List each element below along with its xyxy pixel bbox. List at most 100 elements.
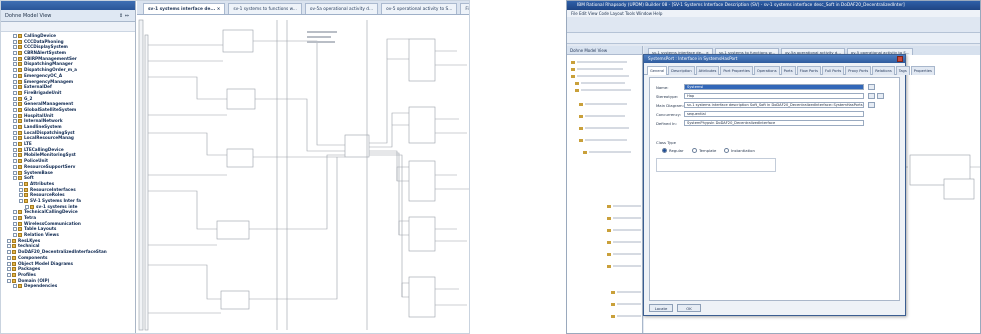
expand-toggle-icon[interactable]	[7, 278, 11, 283]
dialog-tab[interactable]: Proxy Ports	[845, 66, 872, 75]
main-toolbar[interactable]	[567, 17, 980, 33]
expand-toggle-icon[interactable]	[13, 170, 17, 175]
expand-toggle-icon[interactable]	[13, 142, 17, 147]
dialog-tab[interactable]: Description	[668, 66, 695, 75]
expand-toggle-icon[interactable]	[13, 113, 17, 118]
editor-tab[interactable]: sv-1 systems to functions w...	[228, 3, 302, 14]
expand-toggle-icon[interactable]	[13, 147, 17, 152]
radio-regular-dot[interactable]	[662, 148, 667, 153]
expand-toggle-icon[interactable]	[13, 56, 17, 61]
expand-toggle-icon[interactable]	[7, 244, 11, 249]
expand-toggle-icon[interactable]	[13, 102, 17, 107]
dialog-tab[interactable]: Attributes	[695, 66, 720, 75]
expand-toggle-icon[interactable]	[13, 221, 17, 226]
expand-toggle-icon[interactable]	[13, 125, 17, 129]
editor-tab[interactable]: sv-1 systems interface de... ×	[143, 3, 226, 14]
expand-toggle-icon[interactable]	[25, 204, 29, 209]
locate-button[interactable]: Locate	[649, 304, 673, 312]
tree-item-label: FireBrigadeUnit	[24, 89, 62, 95]
expand-toggle-icon[interactable]	[13, 73, 17, 78]
expand-toggle-icon[interactable]	[13, 39, 17, 44]
stereotype-field[interactable]: Hap	[684, 93, 864, 99]
expand-toggle-icon[interactable]	[13, 284, 17, 289]
tree-item-label: technical	[18, 243, 40, 249]
expand-toggle-icon[interactable]	[13, 85, 17, 90]
dialog-tab[interactable]: Properties	[910, 66, 935, 75]
dialog-tab[interactable]: Ports	[780, 66, 796, 75]
sv1-diagram-canvas[interactable]	[137, 15, 469, 333]
dialog-general-page: Name: SystemsI Stereotype: Hap Main Diag…	[649, 77, 900, 301]
package-icon	[18, 96, 22, 101]
name-options-button[interactable]	[868, 84, 875, 90]
expand-toggle-icon[interactable]	[13, 62, 17, 67]
radio-regular[interactable]: Regular	[662, 148, 684, 153]
dialog-tab[interactable]: Full Ports	[821, 66, 845, 75]
expand-toggle-icon[interactable]	[13, 90, 17, 95]
tree-item[interactable]: Dependencies	[1, 283, 135, 289]
expand-toggle-icon[interactable]	[13, 210, 17, 215]
main-diagram-field[interactable]: sv-1 systems interface description Soft_…	[684, 102, 864, 108]
tree-item-label: PoliceUnit	[24, 158, 48, 164]
editor-tab[interactable]: Fixn01	[460, 3, 469, 14]
expand-toggle-icon[interactable]	[19, 193, 23, 198]
stereotype-dropdown-button[interactable]	[868, 93, 875, 99]
package-icon	[24, 193, 28, 198]
name-field[interactable]: SystemsI	[684, 84, 864, 90]
main-diagram-button[interactable]	[868, 102, 875, 108]
radio-template-dot[interactable]	[692, 148, 697, 153]
dialog-tab[interactable]: Tags	[895, 66, 910, 75]
expand-toggle-icon[interactable]	[13, 216, 17, 220]
expand-toggle-icon[interactable]	[13, 45, 17, 50]
editor-tab[interactable]: ov-5a operational activity d...	[304, 3, 379, 14]
expand-toggle-icon[interactable]	[7, 261, 11, 266]
radio-instantiation-dot[interactable]	[724, 148, 729, 153]
expand-toggle-icon[interactable]	[7, 272, 11, 277]
expand-toggle-icon[interactable]	[13, 107, 17, 112]
right-browser-header[interactable]: Dohne Model View	[567, 46, 642, 55]
dialog-tab[interactable]: Flow Ports	[796, 66, 821, 75]
expand-toggle-icon[interactable]	[13, 153, 17, 158]
concurrency-select[interactable]: sequential	[684, 111, 864, 117]
expand-toggle-icon[interactable]	[7, 238, 11, 243]
expand-toggle-icon[interactable]	[7, 267, 11, 272]
expand-toggle-icon[interactable]	[13, 68, 17, 73]
editor-tab[interactable]: ov-5 operational activity to S...	[381, 3, 458, 14]
tree-item-label: DispatchingOrder_m_a	[24, 67, 78, 73]
dialog-tab[interactable]: General	[647, 66, 668, 75]
dialog-tab[interactable]: Operations	[753, 66, 780, 75]
expand-toggle-icon[interactable]	[13, 96, 17, 101]
package-icon	[18, 125, 22, 129]
expand-toggle-icon[interactable]	[13, 51, 17, 56]
expand-toggle-icon[interactable]	[13, 136, 17, 141]
browser-tab-controls[interactable]: ⇕ ⇔	[119, 10, 129, 21]
expand-toggle-icon[interactable]	[13, 119, 17, 124]
dialog-tab[interactable]: Port Properties	[720, 66, 753, 75]
browser-tab[interactable]: Dohne Model View ⇕ ⇔	[1, 10, 135, 22]
secondary-toolbar[interactable]	[567, 33, 980, 44]
ok-button[interactable]: OK	[677, 304, 701, 312]
dialog-tabs: General Description Attributes Port Propert…	[644, 63, 935, 75]
expand-toggle-icon[interactable]	[13, 176, 17, 181]
expand-toggle-icon[interactable]	[7, 250, 11, 255]
expand-toggle-icon[interactable]	[13, 164, 17, 169]
expand-toggle-icon[interactable]	[7, 255, 11, 260]
defined-in-field[interactable]: SystemPhypsIn DoDAF20_DecentralizedInter…	[684, 120, 864, 126]
expand-toggle-icon[interactable]	[13, 159, 17, 164]
stereotype-edit-button[interactable]	[877, 93, 884, 99]
tree-item-label: sv-1 systems inte	[36, 203, 78, 209]
expand-toggle-icon[interactable]	[19, 187, 23, 192]
close-icon[interactable]	[897, 56, 903, 62]
tree-item-label: LTE	[24, 141, 32, 147]
menu-bar[interactable]: File Edit View Code Layout Tools Window …	[567, 10, 980, 17]
tree-item-label: DoDAF20_DecentralizedInterfaceStan	[18, 249, 107, 255]
expand-toggle-icon[interactable]	[19, 198, 23, 203]
radio-instantiation[interactable]: Instantiation	[724, 148, 755, 153]
expand-toggle-icon[interactable]	[13, 227, 17, 232]
expand-toggle-icon[interactable]	[13, 130, 17, 135]
expand-toggle-icon[interactable]	[13, 79, 17, 84]
expand-toggle-icon[interactable]	[13, 233, 17, 238]
expand-toggle-icon[interactable]	[13, 34, 17, 38]
expand-toggle-icon[interactable]	[19, 181, 23, 186]
dialog-tab[interactable]: Relations	[872, 66, 895, 75]
radio-template[interactable]: Template	[692, 148, 716, 153]
